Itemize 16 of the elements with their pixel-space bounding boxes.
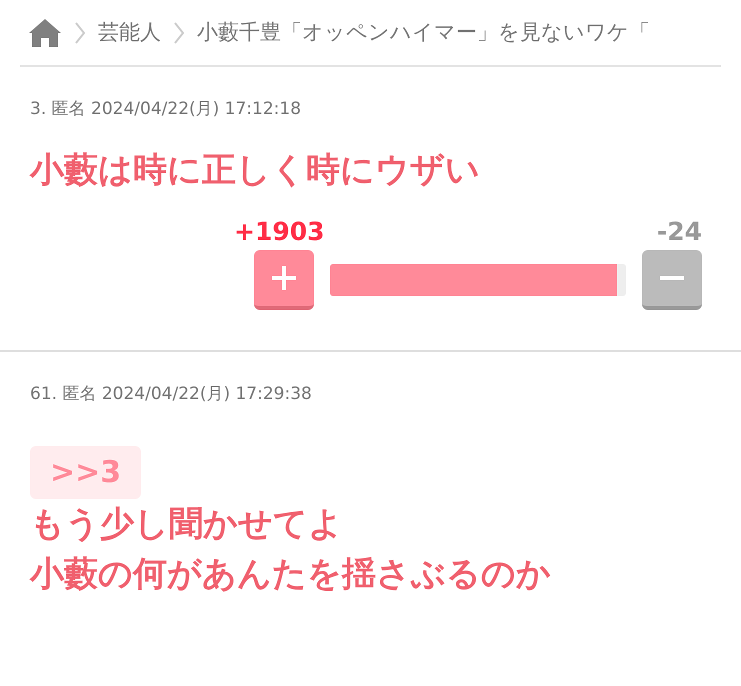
chevron-icon [173,20,185,44]
minus-button[interactable] [642,250,702,310]
comment-text: 小藪は時に正しく時にウザい [30,148,481,192]
plus-button[interactable] [254,250,314,310]
comment-text: もう少し聞かせてよ [30,502,344,546]
home-icon[interactable] [28,18,62,48]
breadcrumb-link[interactable]: 芸能人 [98,16,161,48]
minus-count: -24 [656,216,702,248]
breadcrumb-link[interactable]: 小藪千豊「オッペンハイマー」を見ないワケ「 [197,16,650,48]
chevron-icon [74,20,86,44]
comment-meta: 61. 匿名 2024/04/22(月) 17:29:38 [30,383,313,406]
plus-icon [270,264,298,292]
plus-count: +1903 [234,216,325,248]
comment-meta: 3. 匿名 2024/04/22(月) 17:12:18 [30,98,302,121]
minus-icon [658,276,686,280]
comment-text: 小藪の何があんたを揺さぶるのか [30,552,552,596]
